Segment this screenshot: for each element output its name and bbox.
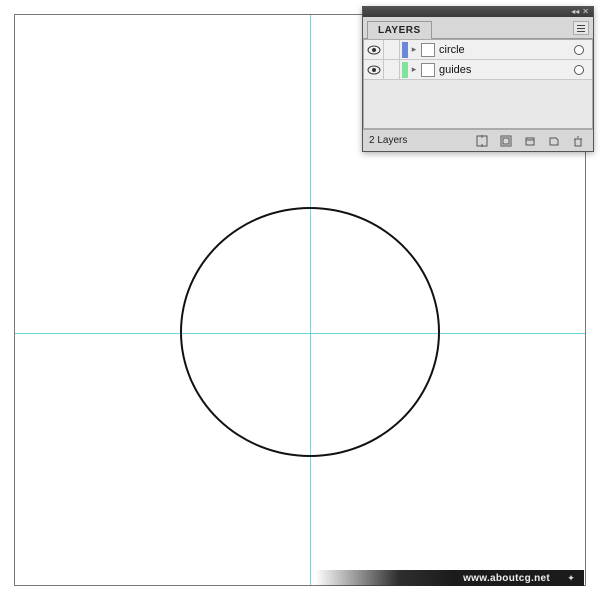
collapse-icon[interactable]: ◂◂	[571, 8, 579, 16]
panel-tabs: LAYERS	[363, 17, 593, 39]
lock-toggle[interactable]	[384, 40, 400, 59]
new-layer-icon[interactable]	[547, 135, 561, 147]
watermark-gradient	[315, 570, 455, 586]
target-icon[interactable]	[574, 45, 584, 55]
panel-footer: 2 Layers	[363, 129, 593, 151]
layer-row[interactable]: ▸ circle	[364, 40, 592, 60]
watermark: www.aboutcg.net ✦	[315, 570, 584, 586]
circle-shape[interactable]	[180, 207, 440, 457]
lock-toggle[interactable]	[384, 60, 400, 79]
panel-titlebar[interactable]: ◂◂ ✕	[363, 7, 593, 17]
chevron-right-icon[interactable]: ▸	[410, 64, 418, 75]
layers-list: ▸ circle ▸ guides	[363, 39, 593, 129]
trash-icon[interactable]	[571, 135, 585, 147]
target-icon[interactable]	[574, 65, 584, 75]
tab-layers[interactable]: LAYERS	[367, 21, 432, 39]
layers-count: 2 Layers	[367, 135, 467, 146]
watermark-badge-icon: ✦	[558, 570, 584, 586]
eye-icon	[367, 45, 381, 55]
chevron-right-icon[interactable]: ▸	[410, 44, 418, 55]
layers-panel[interactable]: ◂◂ ✕ LAYERS ▸ circle	[362, 6, 594, 152]
layer-thumbnail	[421, 43, 435, 57]
layer-name[interactable]: guides	[439, 64, 570, 76]
layer-row[interactable]: ▸ guides	[364, 60, 592, 80]
panel-menu-icon[interactable]	[573, 21, 589, 35]
visibility-toggle[interactable]	[364, 60, 384, 79]
layer-name[interactable]: circle	[439, 44, 570, 56]
new-sublayer-icon[interactable]	[523, 135, 537, 147]
eye-icon	[367, 65, 381, 75]
layer-color-swatch	[402, 42, 408, 58]
locate-object-icon[interactable]	[475, 135, 489, 147]
visibility-toggle[interactable]	[364, 40, 384, 59]
close-icon[interactable]: ✕	[582, 8, 589, 16]
watermark-url: www.aboutcg.net	[455, 570, 558, 586]
layer-thumbnail	[421, 63, 435, 77]
make-clipping-mask-icon[interactable]	[499, 135, 513, 147]
layer-color-swatch	[402, 62, 408, 78]
